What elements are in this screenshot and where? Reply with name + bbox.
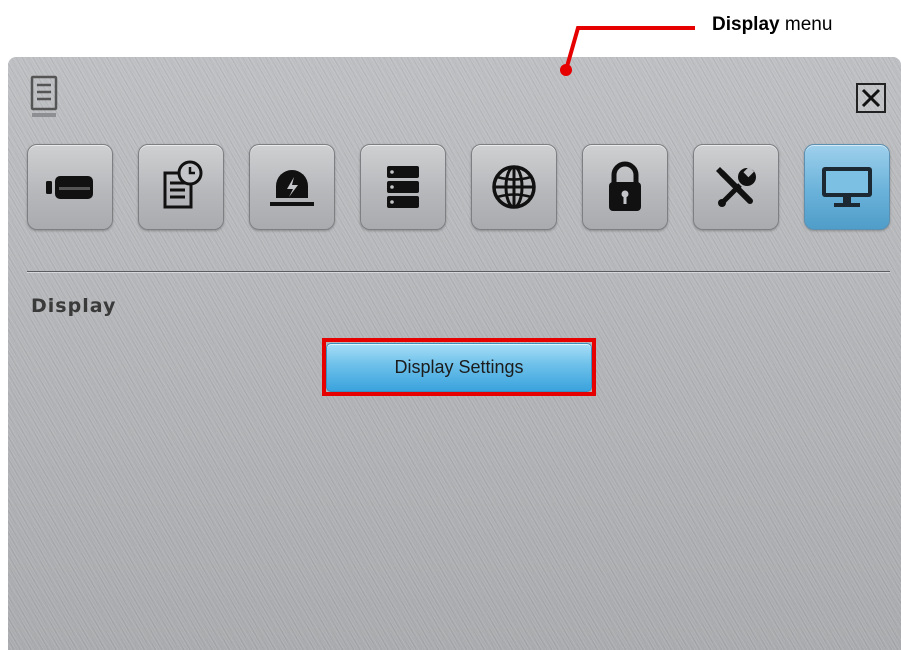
settings-panel: Display Display Settings (8, 57, 901, 650)
callout-suffix-text: menu (779, 14, 833, 35)
callout-label: Display menu (712, 14, 832, 36)
toolbar-storage-button[interactable] (360, 144, 446, 230)
close-button[interactable] (856, 83, 886, 113)
toolbar-network-button[interactable] (471, 144, 557, 230)
toolbar-display-button[interactable] (804, 144, 890, 230)
tools-icon (716, 166, 756, 207)
monitor-icon (822, 167, 872, 207)
section-title: Display (31, 295, 117, 317)
toolbar-record-schedule-button[interactable] (138, 144, 224, 230)
menu-toolbar (27, 144, 897, 234)
toolbar-alarm-button[interactable] (249, 144, 335, 230)
display-settings-button[interactable]: Display Settings (326, 343, 592, 392)
camera-icon (46, 176, 93, 199)
callout-bold-text: Display (712, 14, 780, 35)
storage-icon (387, 166, 419, 208)
toolbar-security-button[interactable] (582, 144, 668, 230)
alarm-light-icon (270, 170, 314, 206)
section-divider (27, 271, 890, 273)
lock-icon (609, 161, 641, 211)
toolbar-camera-button[interactable] (27, 144, 113, 230)
close-x-icon (861, 88, 881, 108)
toolbar-tools-button[interactable] (693, 144, 779, 230)
record-schedule-icon (163, 160, 203, 209)
network-globe-icon (492, 165, 536, 209)
document-list-icon[interactable] (30, 75, 60, 121)
